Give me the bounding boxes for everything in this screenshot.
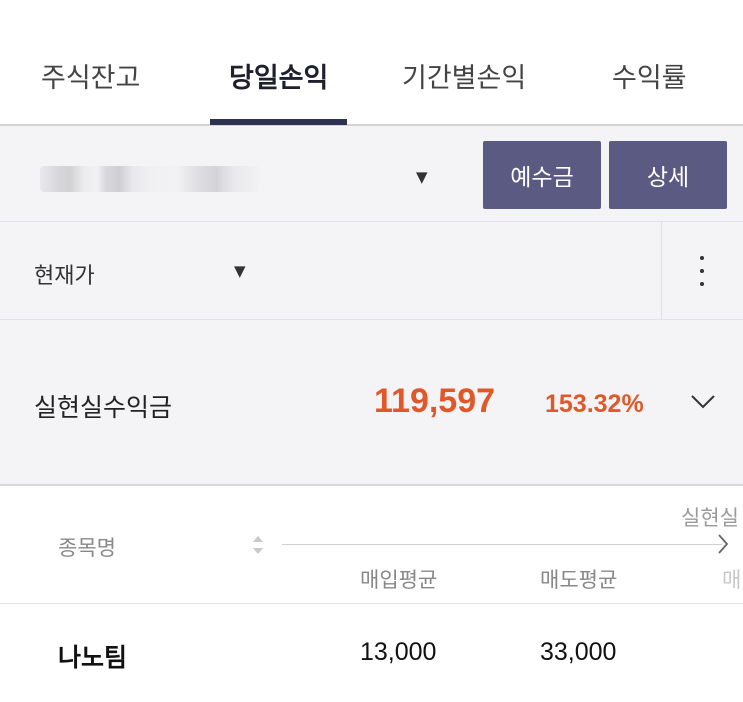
tab-daily-pnl[interactable]: 당일손익 — [229, 56, 328, 95]
deposit-button[interactable]: 예수금 — [483, 141, 601, 209]
buy-average: 13,000 — [360, 638, 437, 666]
more-vertical-icon[interactable] — [690, 256, 714, 286]
column-header-name[interactable]: 종목명 — [58, 532, 116, 562]
sell-average: 33,000 — [540, 638, 617, 666]
tab-return-rate[interactable]: 수익률 — [612, 56, 687, 95]
table-row[interactable]: 나노팀 13,000 33,000 — [0, 604, 743, 702]
tab-stock-balance[interactable]: 주식잔고 — [41, 56, 140, 95]
divider — [661, 222, 662, 320]
account-selector[interactable]: ▼ — [0, 126, 460, 222]
price-selector-row: 현재가 ▼ — [0, 222, 743, 320]
realized-profit-summary[interactable]: 실현실수익금 119,597 153.32% — [0, 320, 743, 486]
price-type-label: 현재가 — [34, 264, 95, 289]
tab-bar: 주식잔고 당일손익 기간별손익 수익률 — [0, 0, 743, 126]
detail-button[interactable]: 상세 — [609, 141, 727, 209]
price-type-selector[interactable]: 현재가 ▼ — [0, 222, 280, 320]
active-tab-indicator — [210, 119, 347, 125]
column-header-partial: 매 — [722, 568, 742, 592]
table-header: 종목명 실현실 매입평균 매도평균 매 — [0, 486, 743, 604]
realized-profit-amount: 119,597 — [374, 382, 496, 420]
tab-period-pnl[interactable]: 기간별손익 — [402, 56, 526, 95]
account-bar: ▼ 예수금 상세 — [0, 126, 743, 222]
column-header-buy-avg: 매입평균 — [360, 568, 438, 592]
realized-profit-rate: 153.32% — [545, 390, 644, 418]
column-header-sell-avg: 매도평균 — [540, 568, 618, 592]
sort-icon[interactable] — [251, 533, 265, 557]
stock-name: 나노팀 — [58, 643, 128, 672]
header-divider — [282, 544, 722, 545]
caret-down-icon: ▼ — [416, 168, 428, 186]
chevron-right-icon[interactable] — [716, 533, 730, 555]
chevron-down-icon[interactable] — [690, 392, 716, 412]
realized-profit-label: 실현실수익금 — [34, 393, 173, 422]
caret-down-icon: ▼ — [234, 262, 246, 280]
column-header-realized: 실현실 — [681, 506, 739, 530]
masked-account-number — [40, 166, 260, 192]
